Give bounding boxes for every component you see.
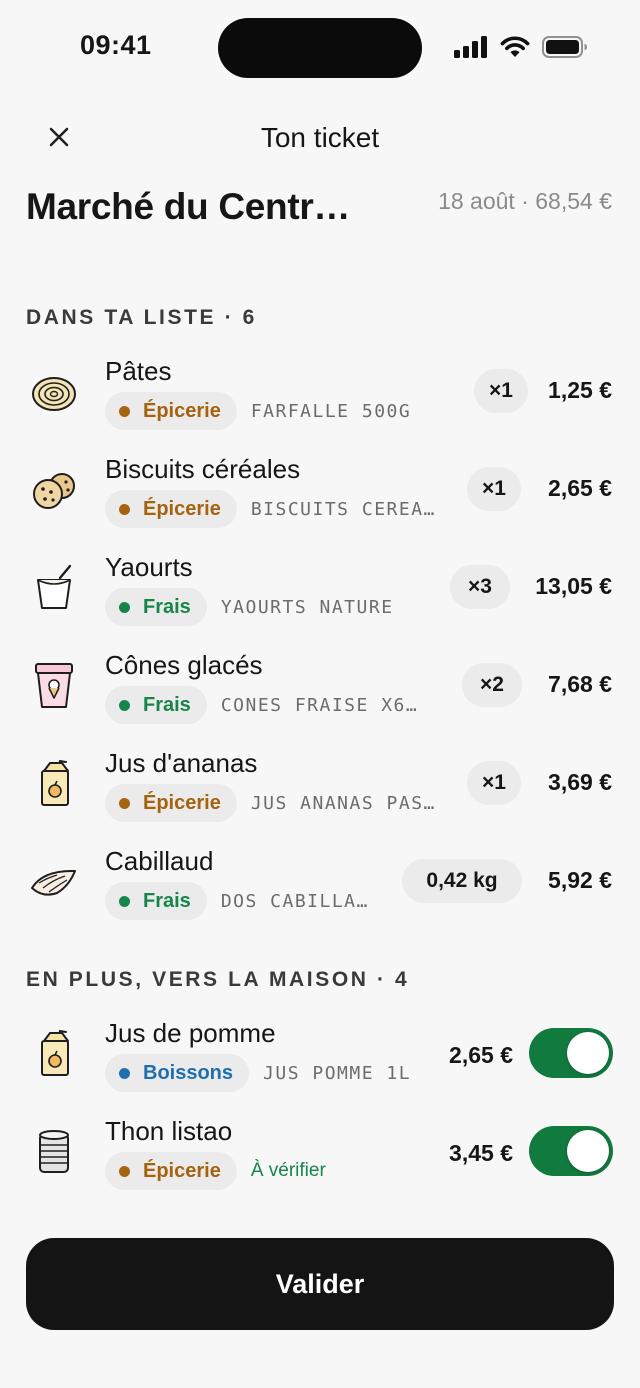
category-badge: Épicerie [105, 392, 237, 430]
page-title: Ton ticket [260, 122, 380, 153]
list-item[interactable]: Jus d'ananas Épicerie JUS ANANAS PAS… ×1… [0, 736, 640, 834]
item-code: FARFALLE 500G [250, 400, 412, 422]
in-list-items: Pâtes Épicerie FARFALLE 500G ×1 1,25 € B… [0, 344, 640, 932]
item-name: Cabillaud [105, 846, 214, 876]
category-dot [119, 503, 130, 515]
nav-header: Ton ticket [0, 110, 640, 166]
item-name: Yaourts [105, 552, 193, 582]
category-label: Épicerie [143, 497, 221, 520]
list-item[interactable]: Biscuits céréales Épicerie BISCUITS CERE… [0, 442, 640, 540]
tin-can-icon [28, 1126, 80, 1178]
quantity-chip[interactable]: ×1 [467, 467, 521, 511]
quantity-chip[interactable]: ×3 [450, 565, 510, 609]
category-dot [119, 405, 130, 417]
quantity-chip[interactable]: ×1 [474, 369, 528, 413]
item-code: DOS CABILLA… [220, 890, 369, 912]
item-name: Jus de pomme [105, 1018, 276, 1048]
item-price: 2,65 € [449, 1042, 513, 1068]
item-price: 13,05 € [535, 573, 612, 599]
category-badge: Épicerie [105, 1152, 237, 1190]
section-extras-label: EN PLUS, VERS LA MAISON · 4 [26, 968, 410, 991]
store-name: Marché du Centr… [26, 186, 351, 227]
wifi-icon [500, 36, 530, 57]
signal-icon [454, 36, 487, 58]
category-badge: Boissons [105, 1054, 250, 1092]
category-dot [119, 1165, 130, 1177]
category-label: Épicerie [143, 791, 221, 814]
item-price: 2,65 € [548, 475, 612, 501]
item-name: Jus d'ananas [105, 748, 258, 778]
list-item[interactable]: Yaourts Frais YAOURTS NATURE ×3 13,05 € [0, 540, 640, 638]
item-name: Biscuits céréales [105, 454, 301, 484]
include-toggle[interactable] [529, 1028, 613, 1078]
receipt-meta: 18 août · 68,54 € [438, 188, 612, 214]
item-name: Thon listao [105, 1116, 233, 1146]
category-dot [119, 797, 130, 809]
category-label: Frais [143, 595, 191, 618]
category-dot [119, 1067, 130, 1079]
fish-fillet-icon [28, 856, 80, 908]
item-code: CONES FRAISE X6… [220, 694, 419, 716]
category-dot [119, 601, 130, 613]
quantity-chip[interactable]: ×1 [467, 761, 521, 805]
yogurt-icon [28, 562, 80, 614]
item-code: BISCUITS CEREA… [250, 498, 436, 520]
category-label: Épicerie [143, 399, 221, 422]
ice-cream-tub-icon [28, 660, 80, 712]
category-badge: Frais [105, 686, 207, 724]
verify-note: À vérifier [250, 1160, 326, 1181]
list-item[interactable]: Pâtes Épicerie FARFALLE 500G ×1 1,25 € [0, 344, 640, 442]
battery-icon [542, 36, 587, 58]
toggle-knob [567, 1032, 609, 1074]
item-price: 1,25 € [548, 377, 612, 403]
category-dot [119, 895, 130, 907]
list-item[interactable]: Jus de pomme Boissons JUS POMME 1L 2,65 … [0, 1006, 640, 1104]
status-bar: 09:41 [0, 0, 640, 96]
juice-box-icon [28, 1028, 80, 1080]
item-name: Pâtes [105, 356, 172, 386]
item-price: 7,68 € [548, 671, 612, 697]
item-code: JUS ANANAS PAS… [250, 792, 436, 814]
category-badge: Épicerie [105, 784, 237, 822]
item-price: 3,69 € [548, 769, 612, 795]
list-item[interactable]: Thon listao Épicerie À vérifier 3,45 € [0, 1104, 640, 1202]
quantity-chip[interactable]: ×2 [462, 663, 522, 707]
category-label: Épicerie [143, 1159, 221, 1182]
category-badge: Frais [105, 588, 207, 626]
item-name: Cônes glacés [105, 650, 263, 680]
category-badge: Épicerie [105, 490, 237, 528]
status-icons [454, 36, 588, 58]
item-code: JUS POMME 1L [263, 1062, 412, 1084]
category-label: Boissons [143, 1061, 234, 1084]
section-in-list-label: DANS TA LISTE · 6 [26, 306, 257, 329]
category-label: Frais [143, 889, 191, 912]
category-dot [119, 699, 130, 711]
extra-items: Jus de pomme Boissons JUS POMME 1L 2,65 … [0, 1006, 640, 1202]
list-item[interactable]: Cabillaud Frais DOS CABILLA… 0,42 kg 5,9… [0, 834, 640, 932]
category-badge: Frais [105, 882, 207, 920]
dynamic-island [218, 18, 422, 78]
item-price: 3,45 € [449, 1140, 513, 1166]
include-toggle[interactable] [529, 1126, 613, 1176]
juice-box-icon [28, 758, 80, 810]
pasta-icon [28, 366, 80, 418]
cookies-icon [28, 464, 80, 516]
toggle-knob [567, 1130, 609, 1172]
status-time: 09:41 [80, 30, 152, 60]
category-label: Frais [143, 693, 191, 716]
item-code: YAOURTS NATURE [220, 596, 394, 618]
validate-button[interactable]: Valider [26, 1238, 614, 1330]
list-item[interactable]: Cônes glacés Frais CONES FRAISE X6… ×2 7… [0, 638, 640, 736]
store-summary: Marché du Centr… 18 août · 68,54 € [26, 182, 612, 246]
item-price: 5,92 € [548, 867, 612, 893]
quantity-chip[interactable]: 0,42 kg [402, 859, 522, 903]
